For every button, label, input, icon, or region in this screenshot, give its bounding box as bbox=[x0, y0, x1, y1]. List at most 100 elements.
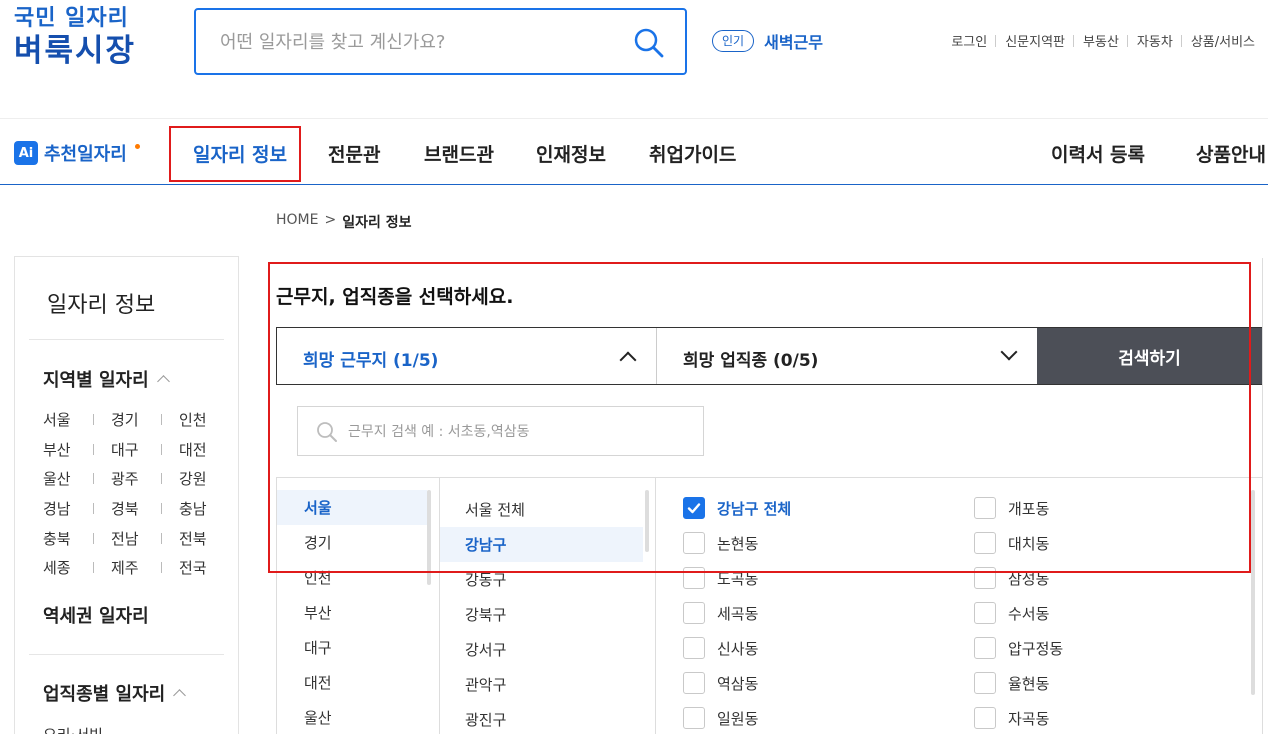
dong-checkbox[interactable]: 수서동 bbox=[974, 601, 1049, 625]
checkbox-empty-icon[interactable] bbox=[974, 672, 996, 694]
district-item[interactable]: 강남구 bbox=[440, 527, 643, 562]
tab-jobtype-label: 희망 업직종 (0/5) bbox=[683, 351, 819, 371]
dong-checkbox[interactable]: 대치동 bbox=[974, 531, 1049, 555]
region-link[interactable]: 전국 bbox=[179, 557, 207, 578]
city-item[interactable]: 경기 bbox=[277, 525, 427, 560]
checkbox-empty-icon[interactable] bbox=[683, 707, 705, 729]
district-item[interactable]: 관악구 bbox=[440, 667, 643, 702]
search-icon[interactable] bbox=[633, 27, 665, 59]
checkbox-empty-icon[interactable] bbox=[683, 602, 705, 624]
dong-label: 삼성동 bbox=[1008, 569, 1050, 588]
region-cell: 강원 bbox=[179, 468, 213, 489]
region-link[interactable]: 서울 bbox=[43, 409, 71, 430]
breadcrumb: HOME > 일자리 정보 bbox=[276, 212, 412, 232]
district-item[interactable]: 광진구 bbox=[440, 702, 643, 734]
nav-resume-register[interactable]: 이력서 등록 bbox=[1051, 140, 1145, 167]
dong-checkbox[interactable]: 압구정동 bbox=[974, 636, 1063, 660]
region-link[interactable]: 경북 bbox=[111, 498, 139, 519]
tab-location[interactable]: 희망 근무지 (1/5) bbox=[277, 328, 657, 384]
nav-brand[interactable]: 브랜드관 bbox=[424, 140, 494, 167]
city-item[interactable]: 대구 bbox=[277, 630, 427, 665]
tab-location-label: 희망 근무지 (1/5) bbox=[303, 351, 439, 371]
city-item[interactable]: 부산 bbox=[277, 595, 427, 630]
region-divider bbox=[160, 414, 162, 426]
region-link[interactable]: 전북 bbox=[179, 528, 207, 549]
site-logo[interactable]: 국민 일자리 벼룩시장 bbox=[14, 8, 136, 67]
dong-checkbox[interactable]: 역삼동 bbox=[683, 671, 758, 695]
checkbox-empty-icon[interactable] bbox=[974, 532, 996, 554]
sidebar-station-heading[interactable]: 역세권 일자리 bbox=[43, 602, 149, 628]
checkbox-empty-icon[interactable] bbox=[683, 567, 705, 589]
tab-jobtype[interactable]: 희망 업직종 (0/5) bbox=[657, 328, 1037, 384]
city-item[interactable]: 대전 bbox=[277, 665, 427, 700]
dong-checkbox[interactable]: 삼성동 bbox=[974, 566, 1049, 590]
checkbox-empty-icon[interactable] bbox=[974, 637, 996, 659]
region-link[interactable]: 대전 bbox=[179, 439, 207, 460]
nav-specialty[interactable]: 전문관 bbox=[328, 140, 380, 167]
main-search-input[interactable] bbox=[220, 26, 620, 58]
dong-checkbox[interactable]: 세곡동 bbox=[683, 601, 758, 625]
dong-checkbox[interactable]: 도곡동 bbox=[683, 566, 758, 590]
dong-checkbox[interactable]: 율현동 bbox=[974, 671, 1049, 695]
nav-talent[interactable]: 인재정보 bbox=[536, 140, 606, 167]
region-link[interactable]: 강원 bbox=[179, 468, 207, 489]
popular-keyword[interactable]: 인기 새벽근무 bbox=[712, 29, 823, 53]
city-item[interactable]: 인천 bbox=[277, 560, 427, 595]
region-cell: 부산 bbox=[43, 439, 111, 460]
region-link[interactable]: 부산 bbox=[43, 439, 71, 460]
region-link[interactable]: 세종 bbox=[43, 557, 71, 578]
sidebar-jobtype-heading[interactable]: 업직종별 일자리 bbox=[43, 680, 187, 706]
district-item[interactable]: 강서구 bbox=[440, 632, 643, 667]
products-services-link[interactable]: 상품/서비스 bbox=[1182, 31, 1264, 50]
region-link[interactable]: 충남 bbox=[179, 498, 207, 519]
dong-checkbox[interactable]: 자곡동 bbox=[974, 706, 1049, 730]
checkbox-empty-icon[interactable] bbox=[974, 567, 996, 589]
dong-checkbox[interactable]: 개포동 bbox=[974, 496, 1049, 520]
region-link[interactable]: 광주 bbox=[111, 468, 139, 489]
breadcrumb-home[interactable]: HOME bbox=[276, 212, 318, 232]
dong-checkbox[interactable]: 일원동 bbox=[683, 706, 758, 730]
sidebar-region-heading[interactable]: 지역별 일자리 bbox=[43, 366, 170, 392]
checkbox-empty-icon[interactable] bbox=[683, 532, 705, 554]
checkbox-empty-icon[interactable] bbox=[683, 672, 705, 694]
checkbox-empty-icon[interactable] bbox=[683, 637, 705, 659]
car-link[interactable]: 자동차 bbox=[1128, 31, 1182, 50]
checkbox-empty-icon[interactable] bbox=[974, 497, 996, 519]
ai-recommend-menu[interactable]: Ai 추천일자리 bbox=[14, 140, 140, 166]
city-item[interactable]: 울산 bbox=[277, 700, 427, 734]
checkbox-empty-icon[interactable] bbox=[974, 602, 996, 624]
nav-job-guide[interactable]: 취업가이드 bbox=[649, 140, 736, 167]
checkbox-empty-icon[interactable] bbox=[974, 707, 996, 729]
region-cell: 충북 bbox=[43, 528, 111, 549]
newspaper-region-link[interactable]: 신문지역판 bbox=[996, 31, 1074, 50]
region-link[interactable]: 충북 bbox=[43, 528, 71, 549]
region-link[interactable]: 전남 bbox=[111, 528, 139, 549]
dong-label: 신사동 bbox=[717, 639, 759, 658]
dong-checkbox[interactable]: 논현동 bbox=[683, 531, 758, 555]
region-link[interactable]: 제주 bbox=[111, 557, 139, 578]
real-estate-link[interactable]: 부동산 bbox=[1074, 31, 1128, 50]
city-item[interactable]: 서울 bbox=[277, 490, 427, 525]
district-item[interactable]: 서울 전체 bbox=[440, 492, 643, 527]
region-link[interactable]: 경기 bbox=[111, 409, 139, 430]
location-search-input[interactable] bbox=[348, 420, 688, 444]
region-link[interactable]: 인천 bbox=[179, 409, 207, 430]
district-item[interactable]: 강북구 bbox=[440, 597, 643, 632]
city-scrollbar[interactable] bbox=[427, 490, 431, 585]
sidebar-jobtype-first[interactable]: 요리·서빙 bbox=[43, 724, 103, 734]
region-link[interactable]: 울산 bbox=[43, 468, 71, 489]
logo-line1: 국민 일자리 bbox=[14, 6, 129, 31]
login-link[interactable]: 로그인 bbox=[942, 31, 997, 50]
region-link[interactable]: 대구 bbox=[111, 439, 139, 460]
checkbox-checked-icon[interactable] bbox=[683, 497, 705, 519]
sidebar-divider bbox=[29, 339, 224, 340]
popular-keyword-text[interactable]: 새벽근무 bbox=[764, 29, 823, 53]
dong-checkbox[interactable]: 신사동 bbox=[683, 636, 758, 660]
dong-checkbox[interactable]: 강남구 전체 bbox=[683, 496, 791, 520]
search-submit-button[interactable]: 검색하기 bbox=[1037, 328, 1262, 384]
region-link[interactable]: 경남 bbox=[43, 498, 71, 519]
nav-product-info[interactable]: 상품안내 bbox=[1196, 140, 1266, 167]
district-item[interactable]: 강동구 bbox=[440, 562, 643, 597]
dong-scrollbar[interactable] bbox=[1251, 490, 1255, 695]
district-scrollbar[interactable] bbox=[645, 490, 649, 552]
